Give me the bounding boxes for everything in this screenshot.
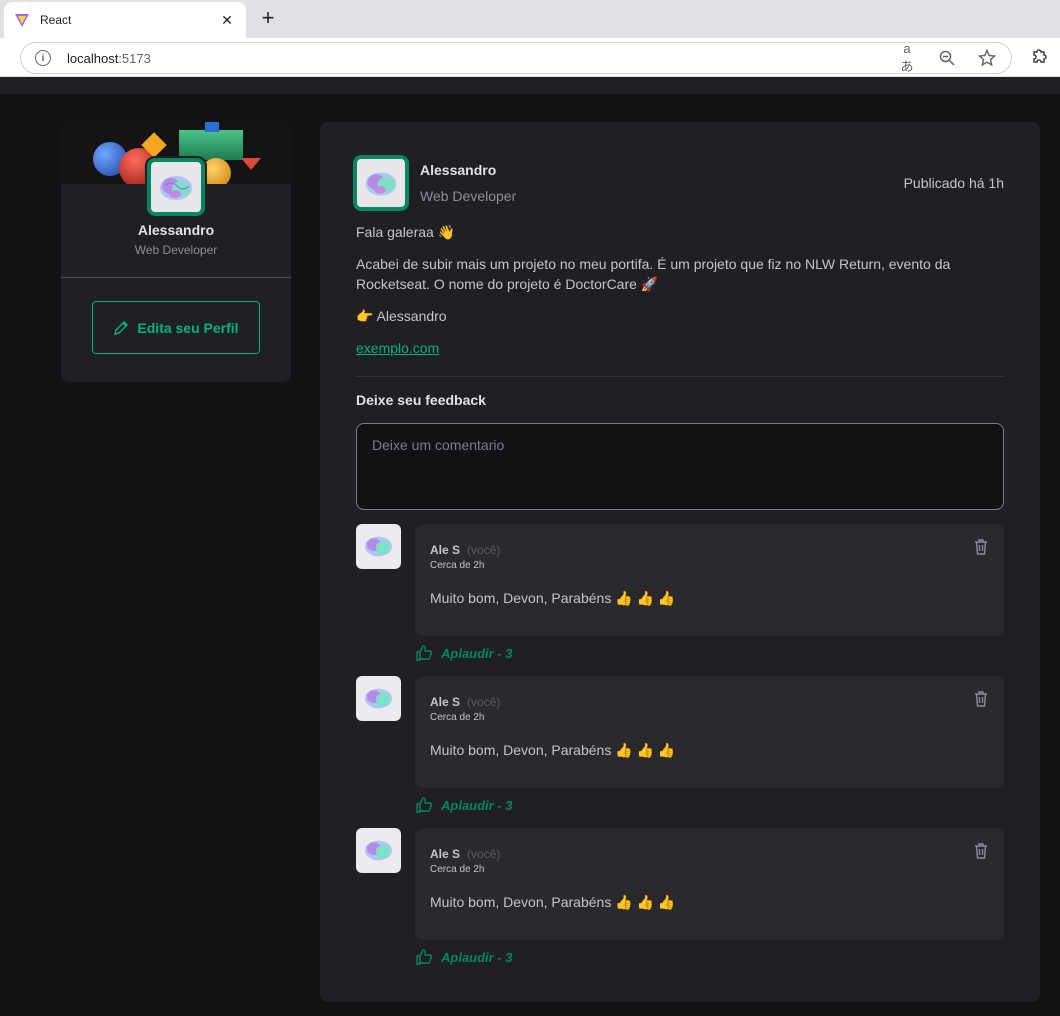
- thumbs-up-icon: [416, 797, 432, 813]
- profile-sidebar: Alessandro Web Developer Edita seu Perfi…: [61, 122, 291, 382]
- browser-tab[interactable]: React ✕: [4, 2, 246, 38]
- profile-role: Web Developer: [134, 243, 218, 257]
- avatar[interactable]: [145, 156, 207, 218]
- comment-avatar[interactable]: [356, 676, 401, 721]
- profile-name: Alessandro: [137, 222, 215, 238]
- comment-avatar[interactable]: [356, 524, 401, 569]
- vite-logo-icon: [15, 14, 29, 27]
- post-signature: 👉 Alessandro: [356, 308, 447, 324]
- comment-avatar[interactable]: [356, 828, 401, 873]
- comment-item: Ale S (você) Cerca de 2h Muito bom, Devo…: [356, 524, 1004, 664]
- comment-you-tag: (você): [467, 695, 501, 709]
- url-port: :5173: [118, 50, 151, 66]
- post-link[interactable]: exemplo.com: [356, 340, 439, 356]
- browser-tab-bar: React ✕ +: [0, 0, 1060, 38]
- comment-time: Cerca de 2h: [430, 712, 485, 723]
- browser-toolbar: i localhost:5173 aあ: [0, 38, 1060, 77]
- comment-box: Ale S (você) Cerca de 2h Muito bom, Devo…: [415, 524, 1004, 636]
- comment-item: Ale S (você) Cerca de 2h Muito bom, Devo…: [356, 828, 1004, 968]
- zoom-out-icon[interactable]: [937, 50, 957, 66]
- post-author-name: Alessandro: [420, 162, 497, 178]
- divider: [356, 376, 1004, 377]
- comment-author: Ale S: [430, 543, 461, 557]
- divider: [61, 277, 291, 278]
- feedback-title: Deixe seu feedback: [356, 392, 486, 408]
- comment-text: Muito bom, Devon, Parabéns 👍 👍 👍: [430, 894, 676, 910]
- app-header: [0, 77, 1060, 94]
- comment-time: Cerca de 2h: [430, 864, 485, 875]
- brain-avatar-icon: [160, 176, 192, 200]
- info-icon[interactable]: i: [35, 50, 51, 66]
- translate-icon[interactable]: aあ: [897, 41, 917, 75]
- comment-input[interactable]: [356, 423, 1004, 510]
- comment-text: Muito bom, Devon, Parabéns 👍 👍 👍: [430, 590, 676, 606]
- applaud-button[interactable]: Aplaudir - 3: [415, 644, 513, 662]
- trash-icon[interactable]: [972, 538, 990, 556]
- comment-box: Ale S (você) Cerca de 2h Muito bom, Devo…: [415, 828, 1004, 940]
- post-published-time: Publicado há 1h: [903, 175, 1004, 191]
- comment-author: Ale S: [430, 695, 461, 709]
- comment-time: Cerca de 2h: [430, 560, 485, 571]
- post-card: Alessandro Web Developer Publicado há 1h…: [320, 122, 1040, 1002]
- edit-profile-button[interactable]: Edita seu Perfil: [92, 301, 260, 354]
- applaud-label: Aplaudir - 3: [441, 797, 513, 813]
- applaud-button[interactable]: Aplaudir - 3: [415, 948, 513, 966]
- comment-item: Ale S (você) Cerca de 2h Muito bom, Devo…: [356, 676, 1004, 816]
- comment-box: Ale S (você) Cerca de 2h Muito bom, Devo…: [415, 676, 1004, 788]
- tab-close-icon[interactable]: ✕: [218, 12, 236, 29]
- star-icon[interactable]: [977, 49, 997, 67]
- trash-icon[interactable]: [972, 690, 990, 708]
- new-tab-icon[interactable]: +: [257, 7, 279, 29]
- tab-title: React: [40, 13, 72, 27]
- applaud-label: Aplaudir - 3: [441, 949, 513, 965]
- post-content: Fala galeraa 👋 Acabei de subir mais um p…: [356, 222, 1004, 370]
- post-author-role: Web Developer: [420, 188, 517, 204]
- brain-avatar-icon: [365, 536, 392, 557]
- brain-avatar-icon: [365, 688, 392, 709]
- brain-avatar-icon: [365, 172, 397, 196]
- post-author-avatar[interactable]: [351, 153, 411, 213]
- applaud-button[interactable]: Aplaudir - 3: [415, 796, 513, 814]
- thumbs-up-icon: [416, 949, 432, 965]
- trash-icon[interactable]: [972, 842, 990, 860]
- comment-you-tag: (você): [467, 543, 501, 557]
- url-host: localhost: [67, 50, 119, 66]
- post-greeting: Fala galeraa 👋: [356, 224, 456, 240]
- comment-text: Muito bom, Devon, Parabéns 👍 👍 👍: [430, 742, 676, 758]
- applaud-label: Aplaudir - 3: [441, 645, 513, 661]
- comment-author: Ale S: [430, 847, 461, 861]
- puzzle-icon[interactable]: [1030, 46, 1050, 66]
- post-body: Acabei de subir mais um projeto no meu p…: [356, 256, 951, 292]
- thumbs-up-icon: [416, 645, 432, 661]
- address-bar[interactable]: i localhost:5173 aあ: [20, 41, 1012, 75]
- edit-profile-label: Edita seu Perfil: [137, 319, 239, 336]
- comment-you-tag: (você): [467, 847, 501, 861]
- brain-avatar-icon: [365, 840, 392, 861]
- pencil-icon: [114, 320, 129, 335]
